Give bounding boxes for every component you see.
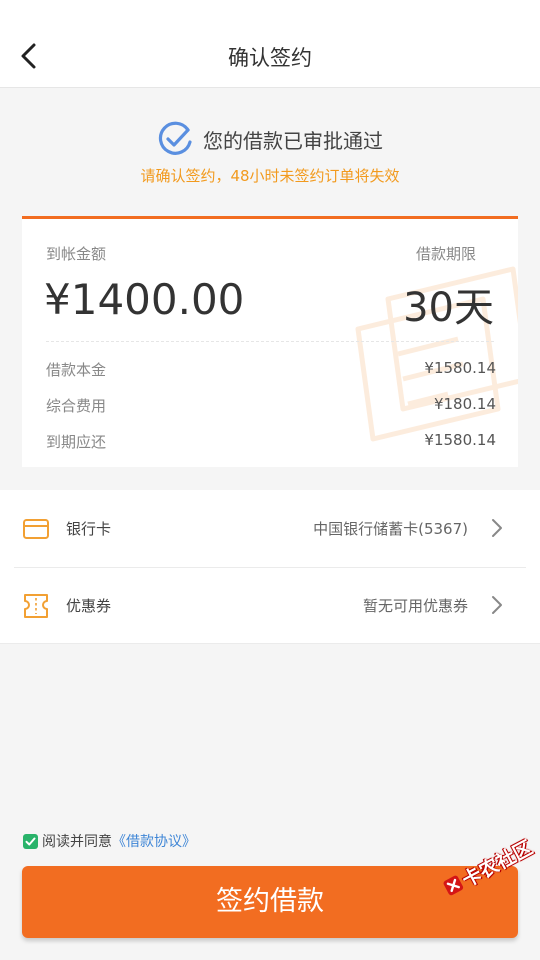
list-divider — [0, 643, 540, 644]
detail-value: ¥180.14 — [433, 395, 496, 413]
agreement-text: 阅读并同意 — [42, 834, 112, 850]
received-amount-label: 到帐金额 — [46, 245, 107, 263]
detail-label: 借款本金 — [46, 361, 107, 379]
forum-watermark-text: 卡农社区 — [458, 836, 537, 892]
nav-header: 确认签约 — [0, 0, 540, 88]
bank-card-icon — [23, 519, 49, 539]
agreement-checkbox[interactable] — [23, 833, 38, 849]
page-title: 确认签约 — [228, 46, 312, 70]
approval-message: 您的借款已审批通过 — [203, 128, 383, 153]
bank-card-label: 银行卡 — [66, 520, 112, 538]
loan-amount-card: 到帐金额 借款期限 ¥1400.00 30天 借款本金 ¥1580.14 综合费… — [22, 216, 518, 467]
detail-label: 综合费用 — [46, 397, 107, 415]
agreement-line: 阅读并同意 《借款协议》 — [23, 831, 196, 851]
loan-term-label: 借款期限 — [415, 245, 476, 263]
detail-row-fee: 综合费用 ¥180.14 — [46, 395, 496, 417]
bank-card-row[interactable]: 银行卡 中国银行储蓄卡(5367) — [0, 490, 540, 567]
detail-value: ¥1580.14 — [424, 359, 496, 377]
card-divider — [46, 341, 494, 342]
detail-label: 到期应还 — [46, 433, 107, 451]
detail-row-due: 到期应还 ¥1580.14 — [46, 431, 496, 453]
chevron-right-icon — [492, 519, 502, 537]
coupon-value: 暂无可用优惠券 — [362, 597, 468, 615]
chevron-right-icon — [492, 596, 502, 614]
bank-card-value: 中国银行储蓄卡(5367) — [313, 520, 468, 538]
detail-value: ¥1580.14 — [424, 431, 496, 449]
coupon-label: 优惠券 — [66, 597, 112, 615]
approval-status: 您的借款已审批通过 — [0, 120, 540, 160]
detail-row-principal: 借款本金 ¥1580.14 — [46, 359, 496, 381]
loan-agreement-link[interactable]: 《借款协议》 — [112, 831, 196, 851]
coupon-row[interactable]: 优惠券 暂无可用优惠券 — [0, 567, 540, 644]
approval-note: 请确认签约，48小时未签约订单将失效 — [140, 167, 400, 185]
options-list: 银行卡 中国银行储蓄卡(5367) 优惠券 暂无可用优惠券 — [0, 490, 540, 644]
loan-term-value: 30天 — [403, 285, 494, 331]
confirm-sign-page: 确认签约 您的借款已审批通过 请确认签约，48小时未签约订单将失效 到帐金额 借… — [0, 0, 540, 960]
approved-check-icon — [158, 121, 192, 155]
received-amount-value: ¥1400.00 — [44, 275, 245, 324]
coupon-icon — [24, 594, 48, 618]
